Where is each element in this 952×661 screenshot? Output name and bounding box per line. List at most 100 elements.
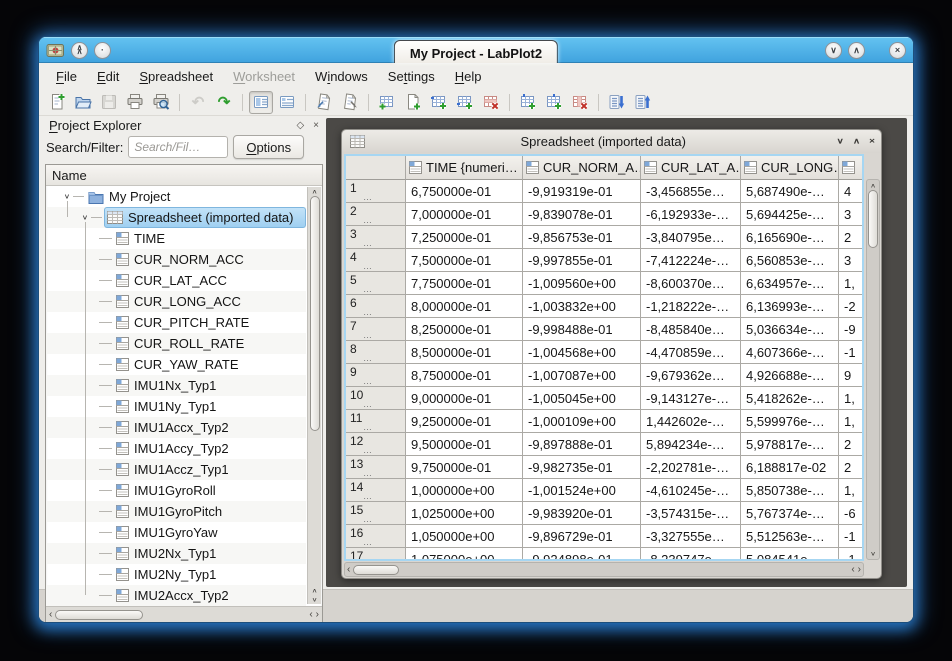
spreadsheet-cell[interactable]: 5,978817e-… bbox=[741, 433, 839, 456]
insert-row-below-button[interactable] bbox=[453, 91, 477, 114]
spreadsheet-horizontal-scrollbar[interactable]: ‹ ‹ › bbox=[344, 562, 864, 577]
spreadsheet-cell[interactable]: 7,500000e-01 bbox=[406, 249, 523, 272]
spreadsheet-cell[interactable]: -2 bbox=[839, 295, 864, 318]
spreadsheet-cell[interactable]: -9,839078e-01 bbox=[523, 203, 641, 226]
spreadsheet-cell[interactable]: -9,983920e-01 bbox=[523, 502, 641, 525]
spreadsheet-cell[interactable]: -9,982735e-01 bbox=[523, 456, 641, 479]
tree-horizontal-scrollbar[interactable]: ‹ ‹ › bbox=[46, 606, 322, 622]
spreadsheet-cell[interactable]: 9,500000e-01 bbox=[406, 433, 523, 456]
column-header[interactable]: CUR_NORM_A… bbox=[523, 156, 641, 180]
grid-corner-cell[interactable] bbox=[346, 156, 406, 180]
spreadsheet-cell[interactable]: 5,694425e-… bbox=[741, 203, 839, 226]
spreadsheet-cell[interactable]: 1,075000e+00 bbox=[406, 548, 523, 561]
spreadsheet-cell[interactable]: 1,050000e+00 bbox=[406, 525, 523, 548]
spreadsheet-cell[interactable]: -9,896729e-01 bbox=[523, 525, 641, 548]
row-header[interactable]: 15… bbox=[346, 502, 406, 525]
spreadsheet-cell[interactable]: -1,003832e+00 bbox=[523, 295, 641, 318]
sort-descending-button[interactable] bbox=[605, 91, 629, 114]
scroll-up-icon[interactable]: ∧ bbox=[312, 587, 318, 594]
spreadsheet-cell[interactable]: 5,687490e-… bbox=[741, 180, 839, 203]
spreadsheet-cell[interactable]: 3 bbox=[839, 249, 864, 272]
spreadsheet-cell[interactable]: -9,897888e-01 bbox=[523, 433, 641, 456]
spreadsheet-cell[interactable]: 5,418262e-… bbox=[741, 387, 839, 410]
column-header[interactable]: TIME {numeri… bbox=[406, 156, 523, 180]
spreadsheet-cell[interactable]: -3,456855e… bbox=[641, 180, 741, 203]
spreadsheet-cell[interactable]: 5,850738e-… bbox=[741, 479, 839, 502]
row-header[interactable]: 14… bbox=[346, 479, 406, 502]
spreadsheet-cell[interactable]: 6,750000e-01 bbox=[406, 180, 523, 203]
scroll-left-icon[interactable]: ‹ bbox=[309, 610, 312, 620]
spreadsheet-cell[interactable]: 5,894234e-… bbox=[641, 433, 741, 456]
spreadsheet-cell[interactable]: 4,607366e-… bbox=[741, 341, 839, 364]
export-data-button[interactable] bbox=[338, 91, 362, 114]
spreadsheet-cell[interactable]: 1, bbox=[839, 272, 864, 295]
keep-above-button[interactable]: ∧∧ bbox=[71, 42, 88, 59]
row-header[interactable]: 8… bbox=[346, 341, 406, 364]
spreadsheet-cell[interactable]: 1, bbox=[839, 387, 864, 410]
spreadsheet-cell[interactable]: -3,327555e… bbox=[641, 525, 741, 548]
spreadsheet-cell[interactable]: 2 bbox=[839, 456, 864, 479]
spreadsheet-cell[interactable]: -1,004568e+00 bbox=[523, 341, 641, 364]
spreadsheet-cell[interactable]: -3,574315e-… bbox=[641, 502, 741, 525]
spreadsheet-cell[interactable]: 8,250000e-01 bbox=[406, 318, 523, 341]
spreadsheet-cell[interactable]: -9,998488e-01 bbox=[523, 318, 641, 341]
spreadsheet-cell[interactable]: 5,512563e-… bbox=[741, 525, 839, 548]
options-button[interactable]: Options bbox=[233, 135, 304, 159]
spreadsheet-cell[interactable]: 9,250000e-01 bbox=[406, 410, 523, 433]
spreadsheet-cell[interactable]: -2,202781e-… bbox=[641, 456, 741, 479]
titlebar[interactable]: ∧∧ · My Project - LabPlot2 ∨ ∧ × bbox=[39, 37, 913, 63]
spreadsheet-cell[interactable]: -4,470859e… bbox=[641, 341, 741, 364]
row-header[interactable]: 6… bbox=[346, 295, 406, 318]
toggle-project-explorer-button[interactable] bbox=[249, 91, 273, 114]
child-minimize-icon[interactable]: ∨ bbox=[837, 137, 844, 146]
dock-titlebar[interactable]: Project Explorer ◇ × bbox=[45, 118, 323, 133]
row-header[interactable]: 5… bbox=[346, 272, 406, 295]
menu-file[interactable]: File bbox=[47, 65, 86, 88]
spreadsheet-cell[interactable]: 5,036634e-… bbox=[741, 318, 839, 341]
spreadsheet-cell[interactable]: -8,485840e… bbox=[641, 318, 741, 341]
spreadsheet-cell[interactable]: -9,679362e… bbox=[641, 364, 741, 387]
spreadsheet-cell[interactable]: -1,005045e+00 bbox=[523, 387, 641, 410]
spreadsheet-cell[interactable]: 7,250000e-01 bbox=[406, 226, 523, 249]
redo-button[interactable]: ↷ bbox=[212, 91, 236, 114]
scroll-up-icon[interactable]: ∧ bbox=[312, 188, 318, 195]
tree-hscroll-thumb[interactable] bbox=[55, 610, 143, 620]
row-header[interactable]: 7… bbox=[346, 318, 406, 341]
row-header[interactable]: 3… bbox=[346, 226, 406, 249]
spreadsheet-cell[interactable]: -9,997855e-01 bbox=[523, 249, 641, 272]
spreadsheet-cell[interactable]: 8,750000e-01 bbox=[406, 364, 523, 387]
spreadsheet-vertical-scrollbar[interactable]: ∧ ∨ bbox=[866, 179, 880, 560]
print-button[interactable] bbox=[123, 91, 147, 114]
spreadsheet-cell[interactable]: -1,009560e+00 bbox=[523, 272, 641, 295]
spreadsheet-cell[interactable]: -9,143127e-… bbox=[641, 387, 741, 410]
spreadsheet-cell[interactable]: -9 bbox=[839, 318, 864, 341]
menu-settings[interactable]: Settings bbox=[379, 65, 444, 88]
spreadsheet-cell[interactable]: 2 bbox=[839, 226, 864, 249]
dock-float-icon[interactable]: ◇ bbox=[296, 120, 304, 131]
menu-windows[interactable]: Windows bbox=[306, 65, 377, 88]
spreadsheet-vscroll-thumb[interactable] bbox=[868, 190, 878, 248]
import-data-button[interactable] bbox=[312, 91, 336, 114]
column-header[interactable]: CUR_LAT_A… bbox=[641, 156, 741, 180]
spreadsheet-cell[interactable]: -1 bbox=[839, 525, 864, 548]
row-header[interactable]: 9… bbox=[346, 364, 406, 387]
spreadsheet-cell[interactable]: 2 bbox=[839, 433, 864, 456]
row-header[interactable]: 4… bbox=[346, 249, 406, 272]
row-header[interactable]: 13… bbox=[346, 456, 406, 479]
scroll-right-icon[interactable]: › bbox=[316, 610, 319, 620]
tree-name-header[interactable]: Name bbox=[46, 165, 322, 186]
spreadsheet-cell[interactable]: -8,600370e… bbox=[641, 272, 741, 295]
spreadsheet-cell[interactable]: 3 bbox=[839, 203, 864, 226]
spreadsheet-hscroll-thumb[interactable] bbox=[353, 565, 399, 575]
spreadsheet-cell[interactable]: -1,007087e+00 bbox=[523, 364, 641, 387]
row-header[interactable]: 12… bbox=[346, 433, 406, 456]
row-header[interactable]: 11… bbox=[346, 410, 406, 433]
spreadsheet-cell[interactable]: 9 bbox=[839, 364, 864, 387]
scroll-left-icon[interactable]: ‹ bbox=[851, 565, 854, 575]
spreadsheet-cell[interactable]: 1,442602e-… bbox=[641, 410, 741, 433]
child-maximize-icon[interactable]: ∧ bbox=[853, 137, 860, 146]
spreadsheet-cell[interactable]: -1,000109e+00 bbox=[523, 410, 641, 433]
column-header[interactable] bbox=[839, 156, 864, 180]
print-preview-button[interactable] bbox=[149, 91, 173, 114]
spreadsheet-cell[interactable]: -8,239747e… bbox=[641, 548, 741, 561]
